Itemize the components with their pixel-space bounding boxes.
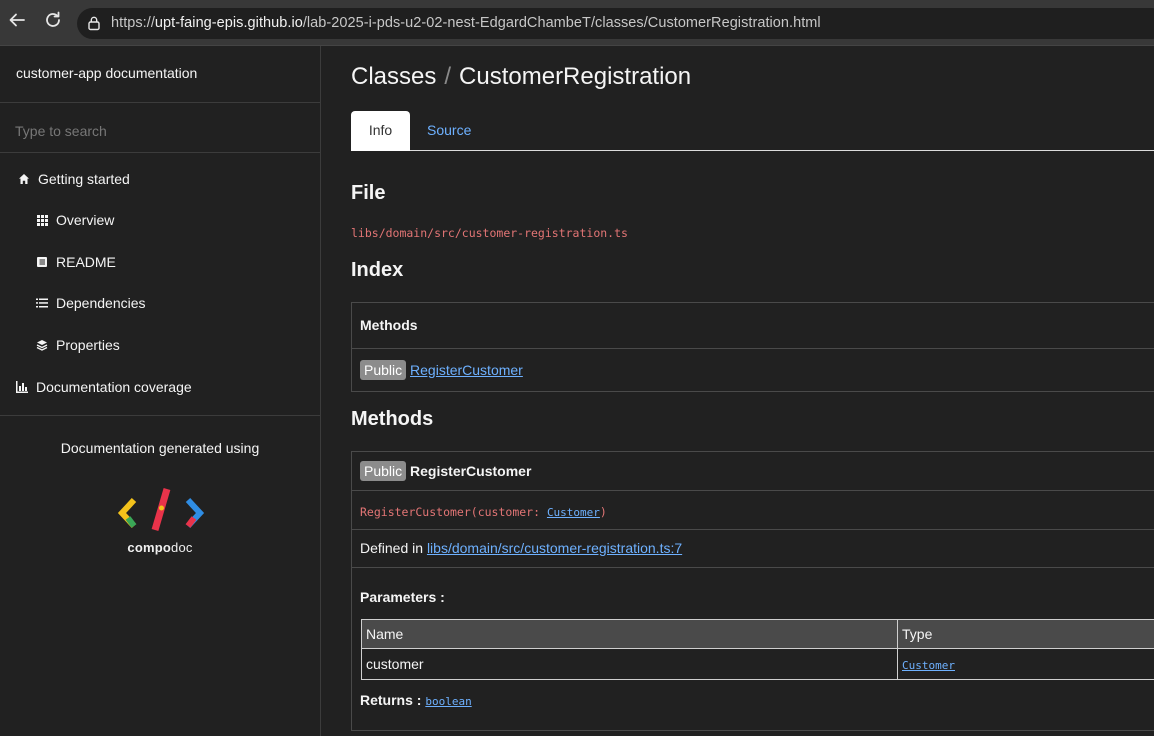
search-input[interactable]	[15, 121, 305, 141]
signature-type-link[interactable]: Customer	[547, 506, 600, 519]
tab-info[interactable]: Info	[351, 111, 410, 151]
returns-type-link[interactable]: boolean	[425, 695, 471, 708]
sidebar-item-label: Overview	[56, 212, 115, 228]
reload-icon[interactable]	[40, 10, 66, 36]
param-name-cell: customer	[361, 648, 898, 680]
table-row: customer Customer	[361, 648, 1154, 680]
breadcrumb-separator: /	[444, 63, 452, 90]
tab-bar: Info Source	[351, 111, 1154, 151]
breadcrumb: Classes / CustomerRegistration	[351, 63, 691, 91]
sidebar-item-label: Properties	[56, 337, 120, 353]
home-icon	[16, 172, 32, 186]
index-method-link[interactable]: RegisterCustomer	[410, 362, 523, 378]
breadcrumb-current: CustomerRegistration	[459, 63, 692, 90]
index-methods-row: Public RegisterCustomer	[352, 349, 1154, 391]
sidebar-item-label: Documentation coverage	[36, 379, 192, 395]
grid-icon	[34, 213, 50, 227]
lock-icon[interactable]	[86, 15, 102, 31]
sidebar-item-overview[interactable]: Overview	[34, 209, 114, 231]
generated-using-text: Documentation generated using	[60, 440, 260, 456]
parameters-header-row: Name Type	[361, 619, 1154, 649]
parameters-row: Parameters : Name Type customer Customer…	[352, 568, 1154, 732]
parameters-table: Name Type customer Customer	[361, 619, 1154, 680]
bar-chart-icon	[14, 380, 30, 394]
list-icon	[34, 296, 50, 310]
public-badge: Public	[360, 360, 407, 380]
sidebar-item-label: Dependencies	[56, 295, 146, 311]
compodoc-logo-text: compodoc	[127, 540, 193, 555]
method-signature-prefix: RegisterCustomer(customer:	[360, 505, 547, 519]
file-heading: File	[351, 182, 386, 204]
file-path: libs/domain/src/customer-registration.ts	[351, 226, 628, 240]
index-methods-header: Methods	[352, 303, 1154, 349]
divider	[0, 102, 320, 103]
method-name: RegisterCustomer	[410, 463, 532, 479]
sidebar-item-readme[interactable]: README	[34, 251, 116, 273]
param-type-cell: Customer	[897, 648, 1154, 680]
sidebar-item-getting-started[interactable]: Getting started	[16, 168, 130, 190]
defined-in-row: Defined in libs/domain/src/customer-regi…	[352, 530, 1154, 568]
book-icon	[34, 255, 50, 269]
methods-heading: Methods	[351, 408, 434, 430]
sidebar-item-label: README	[56, 254, 116, 270]
returns-label: Returns :	[360, 692, 426, 708]
column-header-name: Name	[361, 619, 898, 649]
index-table: Methods Public RegisterCustomer	[351, 302, 1154, 392]
divider	[0, 152, 320, 153]
defined-in-link[interactable]: libs/domain/src/customer-registration.ts…	[427, 540, 682, 556]
index-heading: Index	[351, 259, 404, 281]
breadcrumb-parent: Classes	[351, 63, 437, 90]
main-content: Classes / CustomerRegistration Info Source…	[321, 46, 1154, 736]
back-arrow-icon[interactable]	[4, 10, 30, 36]
parameters-label: Parameters :	[360, 589, 445, 605]
tab-source[interactable]: Source	[411, 111, 487, 151]
method-header-row: Public RegisterCustomer	[352, 452, 1154, 491]
sidebar-title[interactable]: customer-app documentation	[16, 65, 197, 81]
param-type-link[interactable]: Customer	[902, 659, 955, 672]
divider	[0, 415, 320, 416]
defined-in-label: Defined in	[360, 540, 427, 556]
sidebar-item-properties[interactable]: Properties	[34, 334, 120, 356]
url-text: https://upt-faing-epis.github.io/lab-202…	[111, 15, 821, 31]
sidebar: customer-app documentation Getting start…	[0, 46, 321, 736]
public-badge: Public	[360, 461, 407, 481]
column-header-type: Type	[897, 619, 1154, 649]
sidebar-item-documentation-coverage[interactable]: Documentation coverage	[14, 376, 192, 398]
returns-row: Returns : boolean	[360, 692, 472, 708]
browser-toolbar: https://upt-faing-epis.github.io/lab-202…	[0, 0, 1154, 46]
method-signature-suffix: )	[599, 505, 607, 519]
layers-icon	[34, 338, 50, 352]
sidebar-item-dependencies[interactable]: Dependencies	[34, 292, 146, 314]
method-signature-row: RegisterCustomer(customer: Customer)	[352, 491, 1154, 530]
sidebar-item-label: Getting started	[38, 171, 130, 187]
address-bar[interactable]: https://upt-faing-epis.github.io/lab-202…	[77, 8, 1154, 39]
method-details-table: Public RegisterCustomer RegisterCustomer…	[351, 451, 1154, 731]
